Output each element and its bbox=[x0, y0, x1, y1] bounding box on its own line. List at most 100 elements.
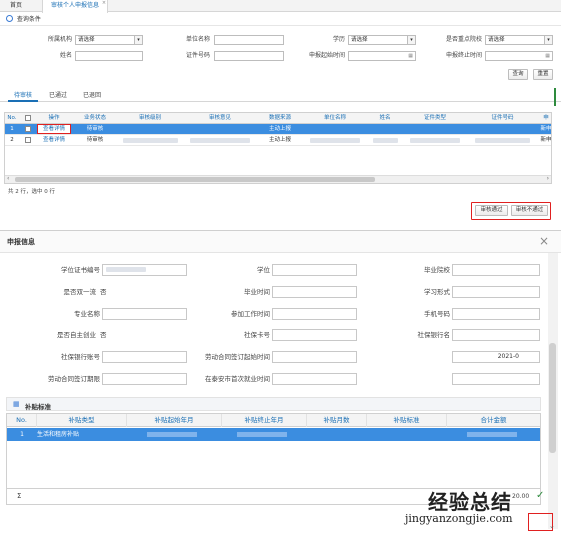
row-checkbox[interactable] bbox=[25, 125, 31, 132]
search-button[interactable]: 查询 bbox=[508, 69, 528, 80]
subsidy-col-no: No. bbox=[7, 414, 37, 427]
subsidy-row[interactable]: 1 生活和租房补贴 bbox=[7, 428, 540, 441]
grid-header: No. 操作 业务状态 审核级别 审核意见 数据来源 单位名称 姓名 证件类型 … bbox=[5, 113, 551, 124]
name-input[interactable] bbox=[75, 51, 143, 61]
redacted-cell bbox=[475, 138, 530, 143]
redacted-cell bbox=[373, 138, 398, 143]
horizontal-scrollbar[interactable]: ‹ › bbox=[5, 175, 551, 183]
subsidy-row-no: 1 bbox=[20, 431, 24, 438]
phone-field bbox=[452, 308, 540, 320]
education-label: 学历 bbox=[332, 36, 345, 43]
self-employed-value: 否 bbox=[100, 331, 107, 339]
contract-end-field bbox=[102, 373, 187, 385]
key-school-select[interactable]: 请选择 ▾ bbox=[485, 35, 553, 45]
name-label: 姓名 bbox=[59, 52, 72, 59]
education-select-value: 请选择 bbox=[351, 37, 368, 43]
reject-button[interactable]: 审核不通过 bbox=[511, 205, 548, 216]
first-job-field bbox=[272, 373, 357, 385]
col-id-number: 证件号码 bbox=[491, 115, 514, 121]
first-job-extra-field bbox=[452, 373, 540, 385]
vertical-scrollbar[interactable] bbox=[548, 253, 558, 529]
scroll-down-icon[interactable]: ⌄ bbox=[549, 522, 555, 530]
scrollbar-thumb[interactable] bbox=[549, 343, 556, 453]
col-no: No. bbox=[7, 115, 17, 121]
work-time-label: 参加工作时间 bbox=[231, 310, 270, 318]
scroll-left-icon[interactable]: ‹ bbox=[7, 175, 9, 182]
reset-button[interactable]: 重置 bbox=[533, 69, 553, 80]
contract-start-label: 劳动合同签订起始时间 bbox=[205, 353, 270, 361]
query-header: 查询条件 bbox=[0, 14, 561, 26]
tab-approved[interactable]: 已通过 bbox=[43, 90, 73, 102]
subsidy-col-total: 合计金额 bbox=[480, 416, 507, 424]
row-checkbox-cell[interactable] bbox=[23, 124, 33, 135]
sum-value: 20.00 bbox=[512, 493, 530, 500]
affiliation-label: 所属机构 bbox=[47, 36, 72, 43]
row-checkbox-cell[interactable] bbox=[23, 135, 33, 146]
affiliation-select[interactable]: 请选择 ▾ bbox=[75, 35, 143, 45]
table-row[interactable]: 2 查看详情 待审核 主动上报 新申 bbox=[5, 135, 552, 146]
tab-review-declaration[interactable]: 审核个人申报信息 × bbox=[42, 0, 109, 13]
degree-field bbox=[272, 264, 357, 276]
view-detail-link-label: 查看详情 bbox=[42, 126, 65, 132]
view-detail-link[interactable]: 查看详情 bbox=[37, 135, 71, 146]
top-tab-bar: 首页 审核个人申报信息 × bbox=[0, 0, 561, 13]
row-more: 新申 bbox=[540, 126, 552, 132]
row-source: 主动上报 bbox=[268, 126, 291, 132]
close-icon[interactable]: × bbox=[539, 234, 549, 248]
row-checkbox[interactable] bbox=[25, 136, 31, 143]
contract-end-label: 劳动合同签订期限 bbox=[48, 375, 100, 383]
school-field bbox=[452, 264, 540, 276]
study-form-field bbox=[452, 286, 540, 298]
education-select[interactable]: 请选择 ▾ bbox=[348, 35, 416, 45]
id-label: 证件号码 bbox=[185, 52, 210, 59]
unit-input[interactable] bbox=[214, 35, 284, 45]
subsidy-row-type: 生活和租房补贴 bbox=[37, 431, 80, 438]
col-id-type: 证件类型 bbox=[423, 115, 446, 121]
unit-label: 单位名称 bbox=[185, 36, 210, 43]
double-first-value: 否 bbox=[100, 288, 107, 296]
col-level: 审核级别 bbox=[138, 115, 161, 121]
redacted-cell bbox=[190, 138, 250, 143]
apply-end-date-input[interactable]: ▦ bbox=[485, 51, 553, 61]
col-action: 操作 bbox=[48, 115, 60, 121]
double-first-label: 是否双一流 bbox=[63, 288, 97, 296]
first-job-label: 在泰安市首次就业时间 bbox=[205, 375, 270, 383]
row-more: 新申 bbox=[540, 137, 552, 143]
row-status: 待审核 bbox=[86, 126, 104, 132]
grad-time-field bbox=[272, 286, 357, 298]
col-select-all[interactable] bbox=[23, 113, 33, 124]
degree-label: 学位 bbox=[257, 266, 270, 274]
apply-start-date-input[interactable]: ▦ bbox=[348, 51, 416, 61]
dialog-header: 申报信息 × bbox=[0, 231, 561, 253]
approve-button[interactable]: 审核通过 bbox=[475, 205, 508, 216]
subsidy-title: 补贴标准 bbox=[25, 403, 51, 411]
id-input[interactable] bbox=[214, 51, 284, 61]
chevron-down-icon: ▾ bbox=[407, 36, 415, 44]
tab-pending[interactable]: 待审核 bbox=[8, 90, 39, 102]
tab-review-declaration-label: 审核个人申报信息 bbox=[51, 2, 100, 9]
table-row[interactable]: 1 查看详情 待审核 主动上报 新申 bbox=[5, 124, 552, 135]
col-source: 数据来源 bbox=[268, 115, 291, 121]
scroll-right-icon[interactable]: › bbox=[547, 175, 549, 182]
subsidy-col-type: 补贴类型 bbox=[37, 414, 127, 427]
grid-footer: 共 2 行，选中 0 行 bbox=[8, 189, 55, 195]
tab-returned[interactable]: 已退回 bbox=[77, 90, 107, 102]
subsidy-col-end: 补贴终止年月 bbox=[222, 414, 307, 427]
select-all-checkbox[interactable] bbox=[25, 114, 31, 121]
contract-start-extra-field: 2021-0 bbox=[452, 351, 540, 363]
degree-cert-field bbox=[102, 264, 187, 276]
row-status: 待审核 bbox=[86, 137, 104, 143]
view-detail-link[interactable]: 查看详情 bbox=[37, 124, 71, 134]
tab-home[interactable]: 首页 bbox=[2, 0, 30, 12]
bank-field bbox=[452, 329, 540, 341]
phone-label: 手机号码 bbox=[424, 310, 450, 318]
query-title: 查询条件 bbox=[16, 16, 41, 23]
apply-start-label: 申报起始时间 bbox=[308, 52, 345, 59]
school-label: 毕业院校 bbox=[424, 266, 450, 274]
bank-label: 社保银行名 bbox=[417, 331, 451, 339]
scrollbar-thumb[interactable] bbox=[15, 177, 375, 182]
tab-close-icon[interactable]: × bbox=[102, 0, 106, 9]
calendar-icon: ▦ bbox=[408, 53, 413, 59]
social-card-label: 社保卡号 bbox=[244, 331, 270, 339]
bank-account-field bbox=[102, 351, 187, 363]
